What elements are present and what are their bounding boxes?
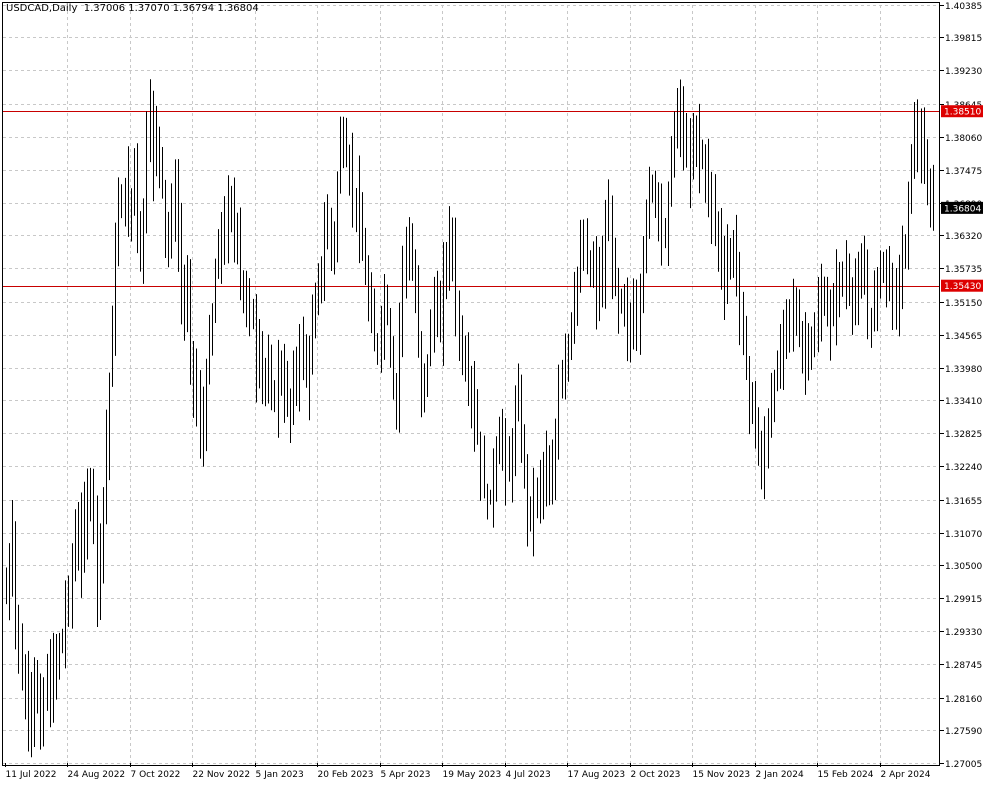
- x-tick-label: 5 Jan 2023: [256, 770, 304, 780]
- symbol-label: USDCAD,Daily: [6, 3, 78, 14]
- y-tick-label: 1.28160: [945, 695, 982, 705]
- chart-header: USDCAD,Daily 1.37006 1.37070 1.36794 1.3…: [6, 3, 259, 14]
- level-price-label-text: 1.35430: [944, 282, 981, 292]
- x-tick-label: 15 Nov 2023: [693, 770, 751, 780]
- y-tick-label: 1.30500: [945, 562, 982, 572]
- y-tick-label: 1.27590: [945, 727, 982, 737]
- x-tick-label: 24 Aug 2022: [68, 770, 126, 780]
- level-price-label-text: 1.38510: [944, 108, 981, 118]
- x-tick-label: 17 Aug 2023: [568, 770, 626, 780]
- y-tick-label: 1.35150: [945, 299, 982, 309]
- y-tick-label: 1.31655: [945, 497, 982, 507]
- x-tick-label: 5 Apr 2023: [381, 770, 431, 780]
- y-tick-label: 1.39815: [945, 34, 982, 44]
- y-tick-label: 1.35735: [945, 265, 982, 275]
- y-tick-label: 1.33410: [945, 397, 982, 407]
- y-tick-label: 1.29330: [945, 628, 982, 638]
- current-price-label-text: 1.36804: [944, 204, 981, 214]
- chart-background: [0, 0, 985, 787]
- x-tick-label: 7 Oct 2022: [131, 770, 181, 780]
- y-tick-label: 1.28745: [945, 661, 982, 671]
- x-tick-label: 19 May 2023: [443, 770, 502, 780]
- x-tick-label: 11 Jul 2022: [6, 770, 57, 780]
- y-tick-label: 1.37475: [945, 167, 982, 177]
- x-tick-label: 20 Feb 2023: [318, 770, 374, 780]
- x-tick-label: 22 Nov 2022: [193, 770, 251, 780]
- x-tick-label: 2 Jan 2024: [756, 770, 804, 780]
- y-tick-label: 1.38060: [945, 134, 982, 144]
- y-tick-label: 1.39230: [945, 67, 982, 77]
- y-tick-label: 1.34565: [945, 332, 982, 342]
- y-tick-label: 1.33980: [945, 365, 982, 375]
- y-tick-label: 1.31070: [945, 530, 982, 540]
- y-tick-label: 1.27005: [945, 760, 982, 770]
- y-tick-label: 1.32825: [945, 430, 982, 440]
- level-price-label: 1.35430: [941, 279, 983, 292]
- x-tick-label: 2 Apr 2024: [881, 770, 931, 780]
- x-tick-label: 4 Jul 2023: [506, 770, 551, 780]
- y-tick-label: 1.29915: [945, 595, 982, 605]
- current-price-label: 1.36804: [941, 201, 983, 214]
- level-price-label: 1.38510: [941, 105, 983, 118]
- y-tick-label: 1.32240: [945, 463, 982, 473]
- x-tick-label: 15 Feb 2024: [818, 770, 874, 780]
- price-chart[interactable]: 1.403851.398151.392301.386451.380601.374…: [0, 0, 985, 787]
- ohlc-values: 1.37006 1.37070 1.36794 1.36804: [83, 3, 259, 14]
- y-tick-label: 1.36320: [945, 232, 982, 242]
- x-tick-label: 2 Oct 2023: [631, 770, 681, 780]
- y-tick-label: 1.40385: [945, 2, 982, 12]
